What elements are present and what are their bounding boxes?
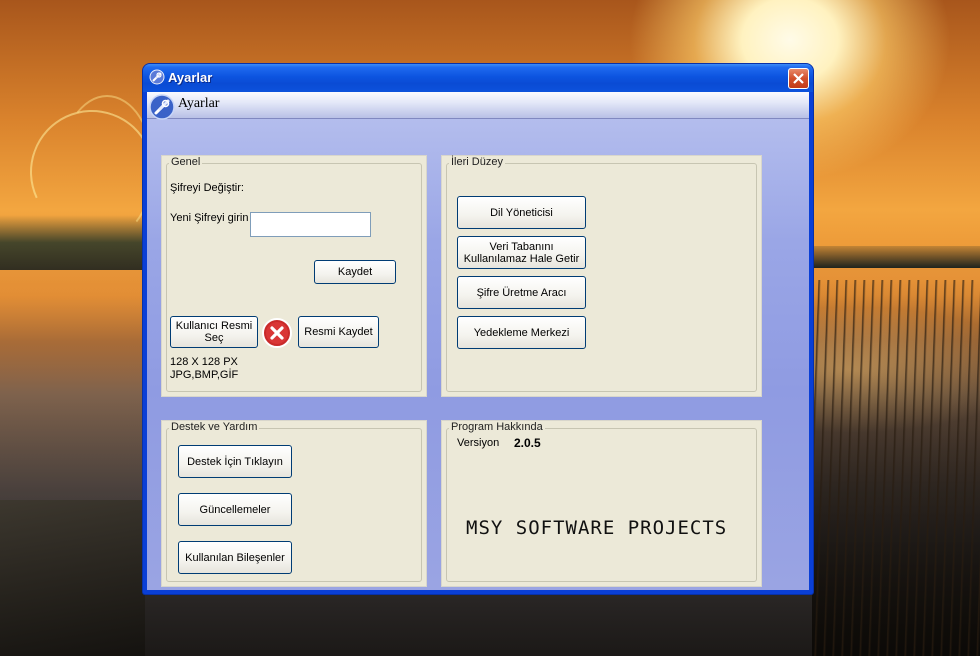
group-legend: Destek ve Yardım <box>169 421 260 433</box>
backup-center-button[interactable]: Yedekleme Merkezi <box>457 316 586 349</box>
settings-window: Ayarlar Ayarlar Genel Şifreyi Değiştir: … <box>143 64 813 594</box>
change-password-label: Şifreyi Değiştir: <box>170 182 244 194</box>
new-password-field[interactable] <box>250 212 371 237</box>
tools-icon <box>149 69 165 85</box>
image-size-note: 128 X 128 PX <box>170 356 238 368</box>
image-format-note: JPG,BMP,GİF <box>170 369 239 381</box>
desktop-pier <box>0 500 145 656</box>
close-button[interactable] <box>788 68 809 89</box>
password-generator-button[interactable]: Şifre Üretme Aracı <box>457 276 586 309</box>
header-title: Ayarlar <box>178 96 220 111</box>
desktop-light-trail <box>60 95 154 239</box>
group-program-hakkinda: Program Hakkında Versiyon 2.0.5 MSY SOFT… <box>441 420 762 587</box>
group-legend: Program Hakkında <box>449 421 545 433</box>
save-password-button[interactable]: Kaydet <box>314 260 396 284</box>
version-label: Versiyon <box>457 437 500 449</box>
red-x-icon[interactable] <box>262 318 292 348</box>
language-manager-button[interactable]: Dil Yöneticisi <box>457 196 586 229</box>
title-bar[interactable]: Ayarlar <box>143 64 813 92</box>
updates-button[interactable]: Güncellemeler <box>178 493 292 526</box>
header-strip: Ayarlar <box>147 92 809 120</box>
components-button[interactable]: Kullanılan Bileşenler <box>178 541 292 574</box>
window-client-area: Ayarlar Genel Şifreyi Değiştir: Yeni Şif… <box>147 92 809 590</box>
select-user-image-button[interactable]: Kullanıcı Resmi Seç <box>170 316 258 348</box>
version-value: 2.0.5 <box>514 436 541 450</box>
tools-icon <box>149 94 175 120</box>
save-image-button[interactable]: Resmi Kaydet <box>298 316 379 348</box>
new-password-label: Yeni Şifreyi girin <box>170 212 249 224</box>
group-legend: Genel <box>169 156 203 168</box>
window-title: Ayarlar <box>168 70 213 85</box>
support-button[interactable]: Destek İçin Tıklayın <box>178 445 292 478</box>
brand-text: MSY SOFTWARE PROJECTS <box>466 517 728 539</box>
group-legend: İleri Düzey <box>449 156 505 168</box>
group-genel: Genel Şifreyi Değiştir: Yeni Şifreyi gir… <box>161 155 427 397</box>
close-icon <box>793 73 804 84</box>
disable-database-button[interactable]: Veri Tabanını Kullanılamaz Hale Getir <box>457 236 586 269</box>
group-ileri-duzey: İleri Düzey Dil Yöneticisi Veri Tabanını… <box>441 155 762 397</box>
group-frame <box>446 428 757 582</box>
group-destek: Destek ve Yardım Destek İçin Tıklayın Gü… <box>161 420 427 587</box>
desktop-shore-right <box>812 246 980 268</box>
desktop-reeds <box>812 280 980 656</box>
